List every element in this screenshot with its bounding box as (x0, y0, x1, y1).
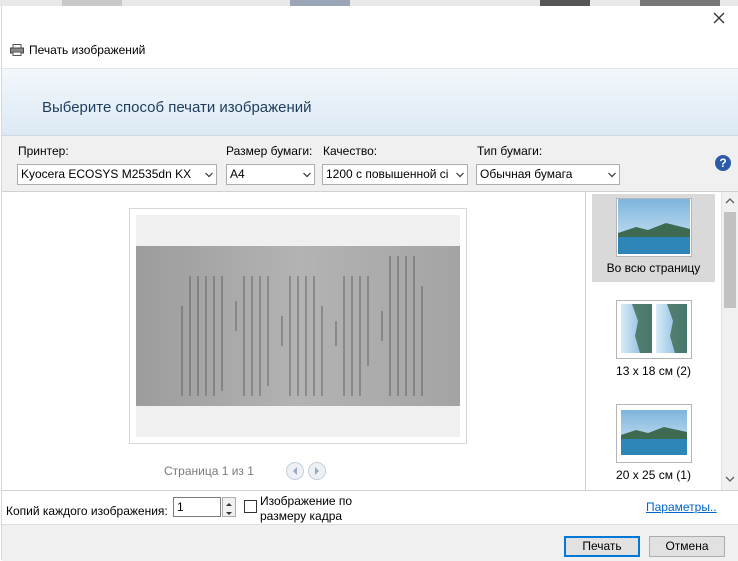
dialog-title-bar: Печать изображений (10, 42, 145, 58)
scrollbar-thumb[interactable] (724, 212, 736, 308)
quality-select[interactable]: 1200 с повышенной сі (322, 164, 468, 185)
paper-type-label: Тип бумаги: (477, 144, 543, 158)
layout-label: Во всю страницу (606, 261, 701, 275)
help-button[interactable]: ? (715, 155, 731, 171)
layout-option-13x18[interactable]: 13 x 18 см (2) (592, 300, 715, 388)
preview-page-frame (129, 208, 467, 444)
printer-select-value: Kyocera ECOSYS M2535dn KX (21, 167, 192, 181)
print-pictures-dialog: Печать изображений Выберите способ печат… (1, 6, 738, 561)
paper-size-select[interactable]: A4 (226, 164, 315, 185)
stepper-down-button[interactable] (223, 507, 235, 516)
fit-to-frame-checkbox[interactable] (244, 500, 257, 513)
dialog-title: Печать изображений (29, 43, 146, 57)
chevron-down-icon (725, 476, 735, 482)
stepper-up-button[interactable] (223, 498, 235, 507)
cancel-button[interactable]: Отмена (649, 536, 725, 557)
close-button[interactable] (710, 10, 728, 28)
chevron-down-icon (608, 172, 616, 178)
scroll-up-button[interactable] (722, 194, 738, 210)
dialog-footer: Печать Отмена (2, 524, 738, 561)
page-indicator: Страница 1 из 1 (164, 464, 254, 478)
paper-type-select[interactable]: Обычная бумага (476, 164, 620, 185)
copies-input[interactable]: 1 (173, 497, 221, 517)
paper-size-select-value: A4 (230, 167, 245, 181)
chevron-down-icon (303, 172, 311, 178)
printer-icon (10, 44, 24, 56)
page-navigation: Страница 1 из 1 (164, 462, 326, 480)
chevron-down-icon (456, 172, 464, 178)
layout-option-full-page[interactable]: Во всю страницу (592, 194, 715, 282)
print-settings-bar: Принтер: Kyocera ECOSYS M2535dn KX Разме… (2, 136, 738, 192)
chevron-up-icon (725, 198, 735, 204)
arrow-right-icon (314, 467, 319, 475)
caret-down-icon (226, 512, 232, 515)
layout-thumbnail (616, 300, 692, 359)
help-icon: ? (719, 156, 727, 170)
chevron-down-icon (205, 172, 213, 178)
close-icon (713, 12, 725, 24)
heading-banner: Выберите способ печати изображений (2, 68, 738, 136)
preview-paper (136, 215, 460, 437)
page-title: Выберите способ печати изображений (42, 99, 312, 116)
layout-list: Во всю страницу 13 x 18 см (2) 20 x 25 с… (585, 192, 722, 490)
layout-thumbnail (616, 198, 692, 257)
print-button[interactable]: Печать (564, 536, 640, 557)
arrow-left-icon (292, 467, 297, 475)
layout-list-scrollbar[interactable] (721, 192, 738, 490)
fit-to-frame-label[interactable]: Изображение по размеру кадра (260, 494, 352, 524)
layout-option-20x25[interactable]: 20 x 25 см (1) (592, 404, 715, 490)
fit-to-frame-label-line1: Изображение по (260, 494, 353, 508)
previous-page-button[interactable] (285, 462, 304, 480)
print-preview-area (2, 192, 585, 490)
printer-select[interactable]: Kyocera ECOSYS M2535dn KX (17, 164, 217, 185)
quality-select-value: 1200 с повышенной сі (326, 167, 449, 181)
printer-label: Принтер: (18, 144, 69, 158)
options-link[interactable]: Параметры.. (646, 500, 717, 514)
layout-label: 20 x 25 см (1) (616, 468, 691, 482)
paper-size-label: Размер бумаги: (226, 144, 313, 158)
scroll-down-button[interactable] (722, 472, 738, 488)
copies-stepper[interactable] (222, 497, 236, 517)
print-options-row: Копий каждого изображения: 1 Изображение… (2, 490, 738, 525)
paper-type-select-value: Обычная бумага (480, 167, 573, 181)
copies-label: Копий каждого изображения: (6, 504, 168, 518)
layout-thumbnail (616, 404, 692, 463)
fit-to-frame-label-line2: размеру кадра (260, 509, 343, 523)
quality-label: Качество: (323, 144, 378, 158)
preview-image (136, 246, 460, 406)
next-page-button[interactable] (307, 462, 326, 480)
layout-label: 13 x 18 см (2) (616, 364, 691, 378)
